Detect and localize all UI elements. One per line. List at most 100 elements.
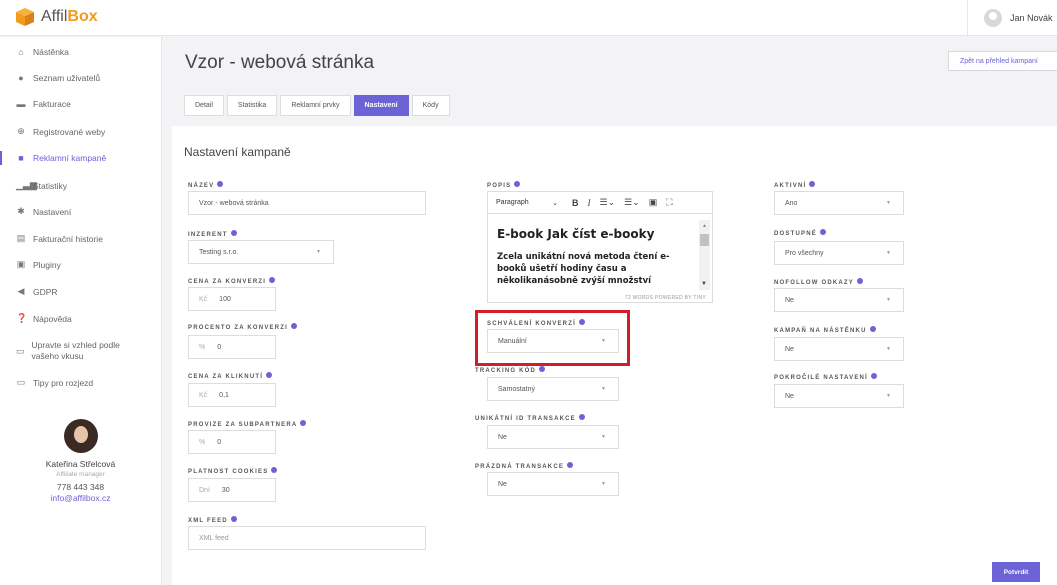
dostupne-select[interactable]: Pro všechny ▼ xyxy=(774,241,904,265)
platnost-cookies-input[interactable]: Dní 30 xyxy=(188,478,276,502)
prazdna-transakce-select[interactable]: Ne ▼ xyxy=(487,472,619,496)
tab-statistika[interactable]: Statistika xyxy=(226,95,278,116)
section-title: Nastavení kampaně xyxy=(184,145,291,159)
sidebar-item-napoveda[interactable]: ❓ Nápověda xyxy=(0,313,161,324)
sidebar-item-pluginy[interactable]: ▣ Pluginy xyxy=(0,259,161,270)
info-icon[interactable] xyxy=(266,372,273,378)
aktivni-select[interactable]: Ano ▼ xyxy=(774,191,904,215)
chevron-down-icon: ▼ xyxy=(316,249,321,255)
sidebar-item-nastaveni[interactable]: ✱ Nastavení xyxy=(0,206,161,217)
submit-button[interactable]: Potvrdit xyxy=(992,562,1040,582)
prazdna-transakce-label: Prázdná transakce xyxy=(475,462,574,470)
pokrocile-label: Pokročilé nastavení xyxy=(774,373,877,381)
inzerent-label: Inzerent xyxy=(188,230,237,238)
italic-icon[interactable]: I xyxy=(588,198,591,208)
bold-icon[interactable]: B xyxy=(572,198,579,208)
info-icon[interactable] xyxy=(230,516,237,522)
info-icon[interactable] xyxy=(217,181,224,187)
chevron-down-icon: ▼ xyxy=(886,297,891,303)
campaign-icon: ■ xyxy=(18,153,24,163)
info-icon[interactable] xyxy=(230,230,237,236)
scroll-up-icon[interactable]: ▲ xyxy=(702,223,707,229)
tab-detail[interactable]: Detail xyxy=(184,95,224,116)
cena-konverze-input[interactable]: Kč 100 xyxy=(188,287,276,311)
kampan-nastenka-select[interactable]: Ne ▼ xyxy=(774,337,904,361)
globe-icon: ⊕ xyxy=(17,126,25,136)
pokrocile-select[interactable]: Ne ▼ xyxy=(774,384,904,408)
sidebar-item-historie[interactable]: ▤ Fakturační historie xyxy=(0,233,161,244)
back-to-campaigns-button[interactable]: Zpět na přehled kampaní xyxy=(948,51,1057,71)
image-icon[interactable]: ▣ xyxy=(649,197,658,208)
sidebar-item-weby[interactable]: ⊕ Registrované weby xyxy=(0,126,161,137)
aktivni-label: Aktivní xyxy=(774,181,816,189)
editor-content[interactable]: E-book Jak číst e-booky Zcela unikátní n… xyxy=(497,227,687,291)
manager-role: Affiliate manager xyxy=(56,471,105,478)
info-icon[interactable] xyxy=(567,462,574,468)
chevron-down-icon: ▼ xyxy=(601,386,606,392)
provize-subpartnera-label: Provize za subpartnera xyxy=(188,420,307,428)
info-icon[interactable] xyxy=(809,181,816,187)
sidebar-item-users[interactable]: ● Seznam uživatelů xyxy=(0,73,161,83)
chevron-down-icon: ▼ xyxy=(886,200,891,206)
manager-email[interactable]: info@affilbox.cz xyxy=(0,493,161,503)
platnost-cookies-label: Platnost cookies xyxy=(188,467,278,475)
info-icon[interactable] xyxy=(869,326,876,332)
sidebar-item-statistiky[interactable]: ▁▃▆ Statistiky xyxy=(0,180,161,191)
nofollow-select[interactable]: Ne ▼ xyxy=(774,288,904,312)
procento-konverze-input[interactable]: % 0 xyxy=(188,335,276,359)
tab-kody[interactable]: Kódy xyxy=(411,95,450,116)
info-icon[interactable] xyxy=(857,278,863,284)
cena-kliknuti-label: Cena za kliknutí xyxy=(188,372,273,380)
editor-scrollbar[interactable]: ▲ ▼ xyxy=(699,220,710,290)
nazev-input[interactable]: Vzor - webová stránka xyxy=(188,191,426,215)
logo-text: AffilBox xyxy=(41,8,98,25)
tracking-kod-label: Tracking kód xyxy=(475,366,546,374)
info-icon[interactable] xyxy=(870,373,877,379)
popis-label: Popis xyxy=(487,181,521,189)
info-icon[interactable] xyxy=(291,323,298,329)
tracking-kod-select[interactable]: Samostatný ▼ xyxy=(487,377,619,401)
nazev-label: Název xyxy=(188,181,224,189)
info-icon[interactable] xyxy=(539,366,546,372)
format-select[interactable]: Paragraph ⌄ xyxy=(496,199,558,207)
sidebar-item-kampane[interactable]: ■ Reklamní kampaně xyxy=(0,151,161,165)
unikatni-id-label: Unikátní ID transakce xyxy=(475,414,585,422)
fullscreen-icon[interactable]: ⛶ xyxy=(666,197,672,208)
unikatni-id-select[interactable]: Ne ▼ xyxy=(487,425,619,449)
tips-icon: ▭ xyxy=(16,377,26,387)
info-icon[interactable] xyxy=(578,414,585,420)
scrollbar-thumb[interactable] xyxy=(700,234,709,246)
page-title: Vzor - webová stránka xyxy=(185,52,375,73)
sidebar-item-fakturace[interactable]: ▬ Fakturace xyxy=(0,99,161,109)
sidebar-item-vzhled[interactable]: ▭ Upravte si vzhled podle vašeho vkusu xyxy=(0,340,120,362)
procento-konverze-label: Procento za konverzi xyxy=(188,323,298,331)
tab-reklamni-prvky[interactable]: Reklamní prvky xyxy=(280,95,351,116)
sidebar-item-tipy[interactable]: ▭ Tipy pro rozjezd xyxy=(0,377,161,388)
bullet-list-icon[interactable]: ☰⌄ xyxy=(600,197,616,208)
info-icon[interactable] xyxy=(269,277,276,283)
inzerent-select[interactable]: Testing s.r.o. ▼ xyxy=(188,240,334,264)
sidebar-item-gdpr[interactable]: ◀ GDPR xyxy=(0,286,161,297)
sidebar-item-nastenka[interactable]: ⌂ Nástěnka xyxy=(0,47,161,57)
provize-subpartnera-input[interactable]: % 0 xyxy=(188,430,276,454)
settings-panel: Nastavení kampaně Název Vzor - webová st… xyxy=(172,126,1057,585)
info-icon[interactable] xyxy=(300,420,307,426)
user-menu[interactable]: Jan Novák xyxy=(967,0,1057,36)
scroll-down-icon[interactable]: ▼ xyxy=(701,281,707,287)
history-icon: ▤ xyxy=(16,233,26,243)
rich-text-editor[interactable]: Paragraph ⌄ B I ☰⌄ ☰⌄ ▣ ⛶ E-book Jak číst… xyxy=(487,191,713,303)
info-icon[interactable] xyxy=(271,467,278,473)
chevron-down-icon: ▼ xyxy=(601,481,606,487)
tab-bar: Detail Statistika Reklamní prvky Nastave… xyxy=(184,95,453,116)
chevron-down-icon: ⌄ xyxy=(552,199,558,207)
app-logo[interactable]: AffilBox xyxy=(15,7,98,27)
xml-feed-input[interactable]: XML feed xyxy=(188,526,426,550)
editor-toolbar: Paragraph ⌄ B I ☰⌄ ☰⌄ ▣ ⛶ xyxy=(488,192,712,214)
info-icon[interactable] xyxy=(819,229,826,235)
numbered-list-icon[interactable]: ☰⌄ xyxy=(624,197,640,208)
tab-nastaveni[interactable]: Nastavení xyxy=(353,95,409,116)
cena-kliknuti-input[interactable]: Kč 0,1 xyxy=(188,383,276,407)
manager-phone: 778 443 348 xyxy=(56,482,105,492)
user-name: Jan Novák xyxy=(1010,13,1053,23)
info-icon[interactable] xyxy=(514,181,521,187)
